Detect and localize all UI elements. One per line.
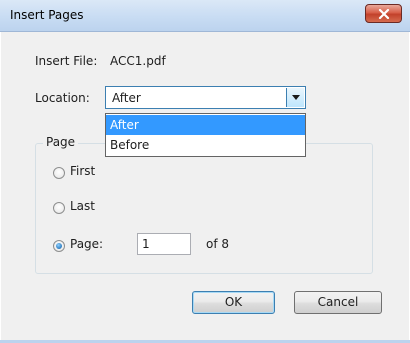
radio-page-label[interactable]: Page: (70, 237, 103, 251)
dropdown-option-before[interactable]: Before (106, 135, 305, 155)
page-group-title: Page (43, 135, 79, 149)
radio-page[interactable] (53, 240, 65, 252)
location-dropdown-list: After Before (105, 113, 306, 157)
of-pages-label: of 8 (206, 237, 230, 251)
close-icon (378, 8, 389, 19)
dropdown-option-after[interactable]: After (106, 115, 305, 135)
page-number-input[interactable]: 1 (137, 233, 191, 255)
insert-file-label: Insert File: (35, 54, 98, 68)
location-select-value: After (112, 91, 141, 105)
location-label: Location: (35, 91, 90, 105)
dialog-title: Insert Pages (10, 8, 84, 22)
radio-last-label[interactable]: Last (70, 199, 95, 213)
cancel-button[interactable]: Cancel (294, 291, 382, 314)
radio-first-label[interactable]: First (70, 164, 95, 178)
radio-last[interactable] (53, 202, 65, 214)
radio-first[interactable] (53, 167, 65, 179)
insert-file-value: ACC1.pdf (110, 54, 166, 68)
location-dropdown-button[interactable] (286, 88, 304, 107)
close-button[interactable] (365, 4, 402, 23)
page-number-value: 1 (142, 237, 150, 251)
chevron-down-icon (291, 95, 300, 100)
location-select[interactable]: After (105, 86, 306, 109)
ok-button[interactable]: OK (192, 291, 275, 314)
title-bar: Insert Pages (0, 0, 410, 32)
